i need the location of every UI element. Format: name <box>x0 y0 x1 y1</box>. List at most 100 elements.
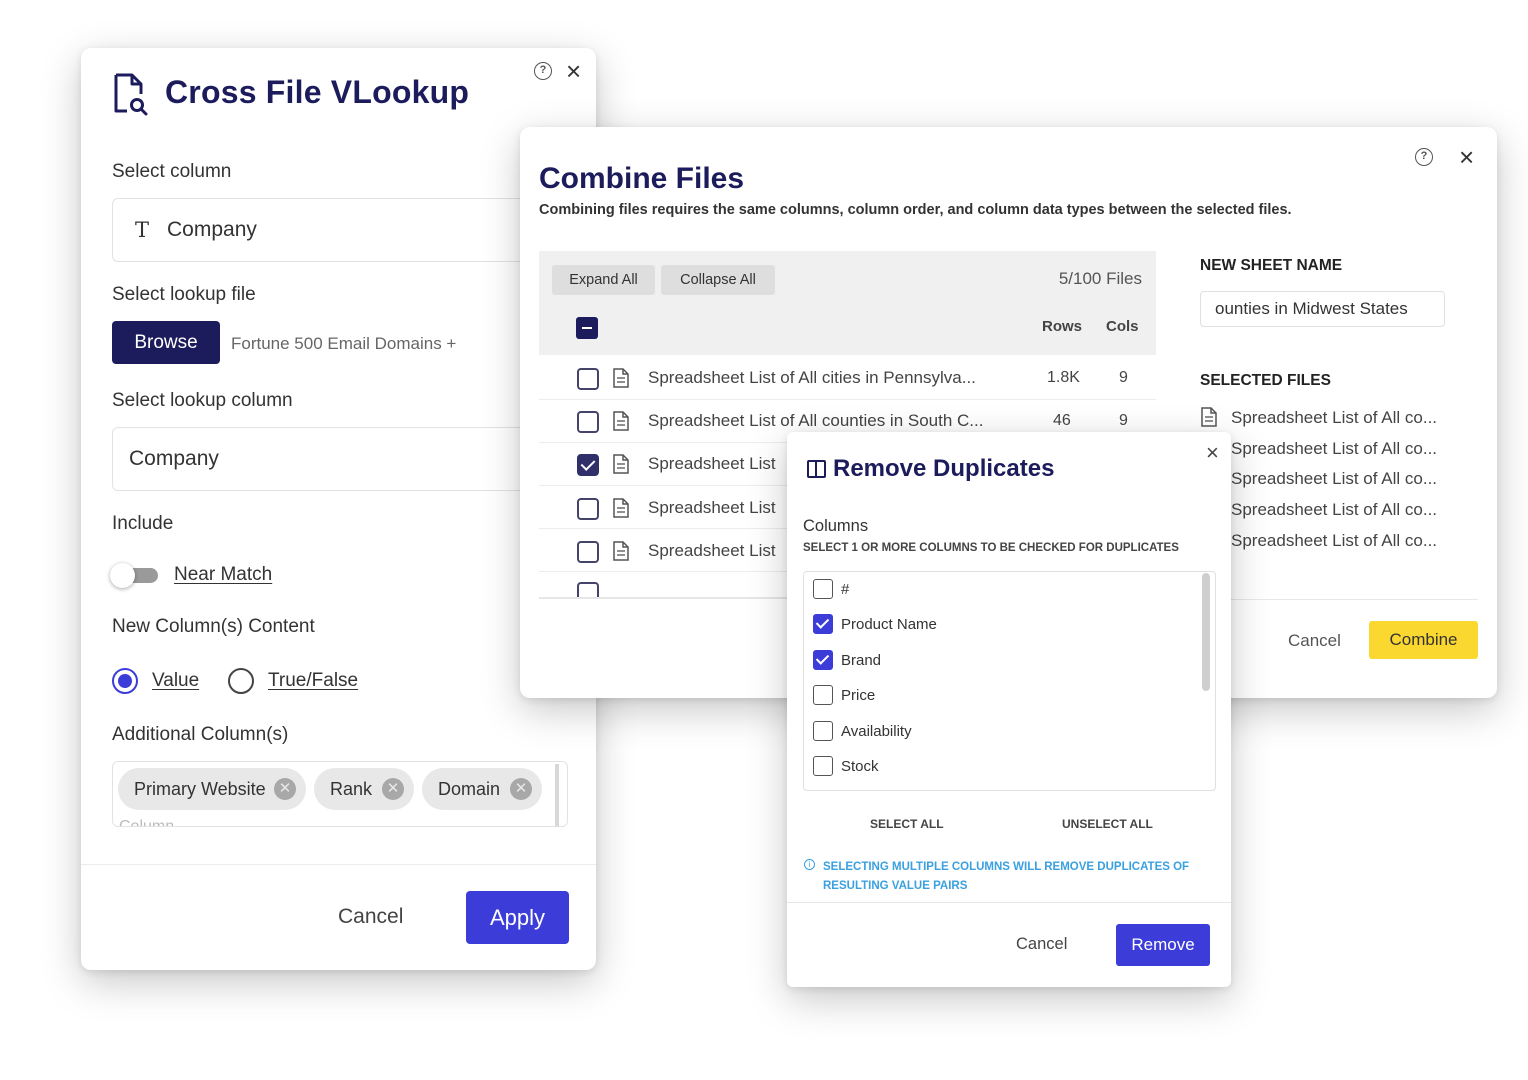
chip-rank: Rank ✕ <box>314 768 414 810</box>
near-match-toggle[interactable] <box>110 563 158 588</box>
selected-file-item: Spreadsheet List of All co... <box>1231 531 1438 550</box>
files-count: 5/100 Files <box>1058 269 1142 288</box>
combine-cancel-button[interactable]: Cancel <box>1288 631 1341 651</box>
column-option-label: Price <box>841 686 876 704</box>
column-option[interactable]: Availability <box>813 720 912 742</box>
unselect-all-button[interactable]: UNSELECT ALL <box>1062 817 1153 831</box>
column-option-label: Availability <box>841 722 912 740</box>
file-rows: 46 <box>1053 412 1071 429</box>
browse-button[interactable]: Browse <box>112 321 220 364</box>
selected-file-item: Spreadsheet List of All co... <box>1231 500 1438 519</box>
file-checkbox[interactable] <box>577 454 599 476</box>
close-icon[interactable]: × <box>566 58 581 84</box>
file-checkbox[interactable] <box>577 498 599 520</box>
select-column-dropdown[interactable]: T Company <box>112 198 552 262</box>
document-icon <box>1201 407 1217 427</box>
file-checkbox[interactable] <box>577 582 599 597</box>
column-placeholder: Column <box>119 818 175 827</box>
column-option-label: Product Name <box>841 615 937 633</box>
chip-scrollbar[interactable] <box>555 764 559 826</box>
columns-icon <box>807 460 826 478</box>
select-all-checkbox[interactable] <box>576 317 598 339</box>
apply-button[interactable]: Apply <box>466 891 569 944</box>
near-match-label[interactable]: Near Match <box>174 564 272 586</box>
file-name: Spreadsheet List <box>648 498 776 517</box>
columns-hint: SELECT 1 OR MORE COLUMNS TO BE CHECKED F… <box>803 542 1179 554</box>
column-checkbox[interactable] <box>813 756 833 776</box>
column-option-label: # <box>841 580 850 598</box>
info-icon: i <box>804 859 815 870</box>
column-checkbox[interactable] <box>813 614 833 634</box>
selected-file-item: Spreadsheet List of All co... <box>1231 408 1438 427</box>
chip-primary-website: Primary Website ✕ <box>118 768 306 810</box>
cols-header: Cols <box>1106 318 1139 335</box>
text-type-icon: T <box>135 218 150 242</box>
remove-button[interactable]: Remove <box>1116 924 1210 966</box>
files-table-header: Expand All Collapse All 5/100 Files Rows… <box>539 251 1156 355</box>
column-option[interactable]: # <box>813 578 849 600</box>
column-option-label: Brand <box>841 651 882 669</box>
close-icon[interactable]: × <box>1459 144 1474 170</box>
select-all-button[interactable]: SELECT ALL <box>870 817 944 831</box>
vlookup-title: Cross File VLookup <box>165 74 470 110</box>
selected-file-item: Spreadsheet List of All co... <box>1231 469 1438 488</box>
expand-all-button[interactable]: Expand All <box>552 265 655 295</box>
additional-columns-input[interactable]: Primary Website ✕ Rank ✕ Domain ✕ Column <box>112 761 568 827</box>
document-icon <box>613 411 629 431</box>
true-false-option-label[interactable]: True/False <box>268 670 358 692</box>
combine-button[interactable]: Combine <box>1369 621 1478 659</box>
file-search-icon <box>114 73 148 116</box>
select-column-label: Select column <box>112 161 232 182</box>
remove-duplicates-title: Remove Duplicates <box>833 455 1055 482</box>
help-icon[interactable]: ? <box>1415 148 1433 166</box>
chip-domain: Domain ✕ <box>422 768 542 810</box>
file-rows: 1.8K <box>1047 369 1080 386</box>
file-name: Spreadsheet List <box>648 454 776 473</box>
chip-remove-icon[interactable]: ✕ <box>510 778 532 800</box>
vlookup-cancel-button[interactable]: Cancel <box>338 905 403 929</box>
true-false-radio[interactable] <box>228 668 254 694</box>
combine-subtitle: Combining files requires the same column… <box>539 202 1292 218</box>
lookup-file-name: Fortune 500 Email Domains + <box>231 334 457 353</box>
combine-footer-divider <box>1200 599 1478 600</box>
column-option[interactable]: Price <box>813 684 875 706</box>
column-checkbox[interactable] <box>813 650 833 670</box>
file-cols: 9 <box>1119 369 1128 386</box>
column-option[interactable]: Brand <box>813 649 881 671</box>
dedupe-footer-divider <box>787 902 1231 903</box>
chip-remove-icon[interactable]: ✕ <box>382 778 404 800</box>
lookup-column-label: Select lookup column <box>112 390 293 411</box>
file-checkbox[interactable] <box>577 368 599 390</box>
new-content-label: New Column(s) Content <box>112 616 315 637</box>
document-icon <box>613 541 629 561</box>
dedupe-cancel-button[interactable]: Cancel <box>1016 935 1067 954</box>
rows-header: Rows <box>1042 318 1083 335</box>
close-icon[interactable]: × <box>1206 440 1219 466</box>
column-checkbox[interactable] <box>813 721 833 741</box>
column-checkbox[interactable] <box>813 685 833 705</box>
file-checkbox[interactable] <box>577 411 599 433</box>
file-name: Spreadsheet List <box>648 541 776 560</box>
value-option-label[interactable]: Value <box>152 670 199 692</box>
collapse-all-button[interactable]: Collapse All <box>661 265 775 295</box>
column-option[interactable]: Product Name <box>813 613 937 635</box>
file-row[interactable]: Spreadsheet List of All cities in Pennsy… <box>539 357 1156 400</box>
new-sheet-name-input[interactable]: ounties in Midwest States <box>1200 291 1445 327</box>
document-icon <box>613 368 629 388</box>
footer-divider <box>81 864 596 865</box>
columns-scrollbar[interactable] <box>1202 573 1210 691</box>
additional-columns-label: Additional Column(s) <box>112 724 289 745</box>
value-radio[interactable] <box>112 668 138 694</box>
chip-remove-icon[interactable]: ✕ <box>274 778 296 800</box>
column-checkbox[interactable] <box>813 579 833 599</box>
file-checkbox[interactable] <box>577 541 599 563</box>
new-sheet-label: NEW SHEET NAME <box>1200 257 1343 274</box>
column-option[interactable]: Stock <box>813 755 879 777</box>
combine-title: Combine Files <box>539 162 745 195</box>
columns-label: Columns <box>803 517 869 535</box>
help-icon[interactable]: ? <box>534 62 552 80</box>
lookup-file-label: Select lookup file <box>112 284 256 305</box>
select-column-value: Company <box>167 218 257 241</box>
file-cols: 9 <box>1119 412 1128 429</box>
lookup-column-dropdown[interactable]: Company <box>112 427 552 491</box>
